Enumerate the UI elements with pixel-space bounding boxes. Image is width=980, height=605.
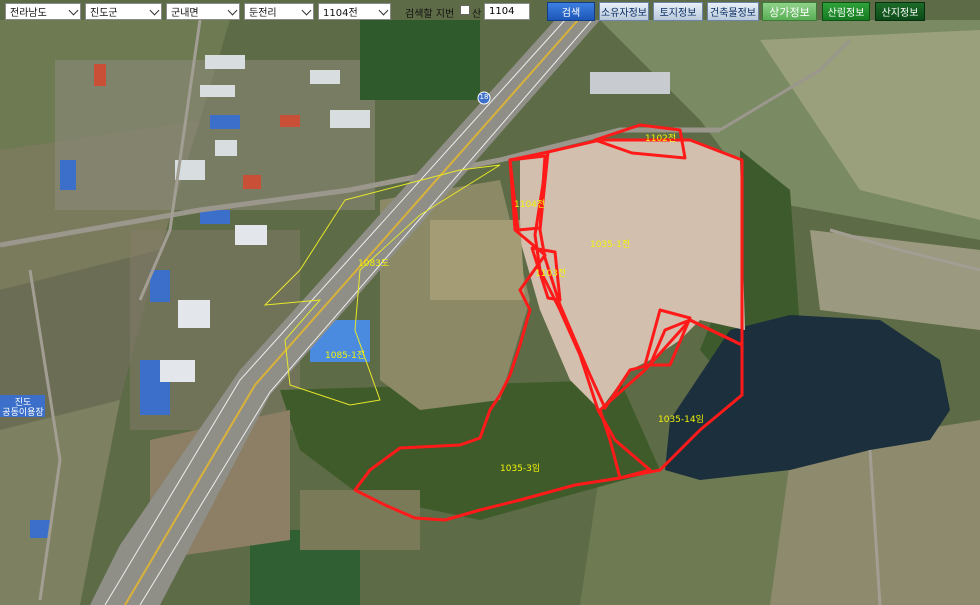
mountain-checkbox[interactable] xyxy=(460,5,470,15)
parcel-label-1083: 1083도 xyxy=(358,259,390,269)
parcel-label-1103: 1103전 xyxy=(535,269,567,279)
search-lot-label: 검색할 지번 xyxy=(405,9,455,20)
parcel-label-1104: 1104전 xyxy=(514,200,546,210)
owner-info-button[interactable]: 소유자정보 xyxy=(599,2,649,21)
highway-number: 18 xyxy=(479,93,489,101)
mountain-info-button[interactable]: 산지정보 xyxy=(875,2,925,21)
county-select-value: 진도군 xyxy=(90,8,118,19)
town-select[interactable]: 군내면 xyxy=(166,3,240,20)
search-button[interactable]: 검색 xyxy=(547,2,595,21)
parcel-label-1035-3: 1035-3임 xyxy=(500,464,541,474)
parcel-label-1102: 1102전 xyxy=(645,134,677,144)
chevron-down-icon xyxy=(68,5,79,16)
mountain-label: 산 xyxy=(472,9,482,20)
commercial-info-button[interactable]: 상가정보 xyxy=(762,2,817,21)
parcel-label-1035-14: 1035-14임 xyxy=(658,415,704,425)
county-select[interactable]: 진도군 xyxy=(85,3,162,20)
place-label: 진도 공동이용장 xyxy=(2,398,44,418)
parcel-label-1085: 1085-1전 xyxy=(325,351,366,361)
village-select-value: 둔전리 xyxy=(249,8,277,19)
chevron-down-icon xyxy=(378,5,389,16)
chevron-down-icon xyxy=(227,5,238,16)
village-select[interactable]: 둔전리 xyxy=(244,3,314,20)
building-info-button[interactable]: 건축물정보 xyxy=(707,2,759,21)
province-select-value: 전라남도 xyxy=(10,8,47,19)
lot-select-value: 1104전 xyxy=(323,8,358,19)
province-select[interactable]: 전라남도 xyxy=(5,3,81,20)
parcel-label-1035-main: 1035-1전 xyxy=(590,240,631,250)
forest-info-button[interactable]: 산림정보 xyxy=(822,2,870,21)
land-info-button[interactable]: 토지정보 xyxy=(653,2,703,21)
chevron-down-icon xyxy=(301,5,312,16)
town-select-value: 군내면 xyxy=(171,8,199,19)
lot-select[interactable]: 1104전 xyxy=(318,3,391,20)
lot-number-input[interactable]: 1104 xyxy=(484,3,530,20)
chevron-down-icon xyxy=(149,5,160,16)
toolbar: 전라남도 진도군 군내면 둔전리 1104전 검색할 지번 산 1104 검색 … xyxy=(0,0,980,24)
aerial-map[interactable] xyxy=(0,0,980,605)
